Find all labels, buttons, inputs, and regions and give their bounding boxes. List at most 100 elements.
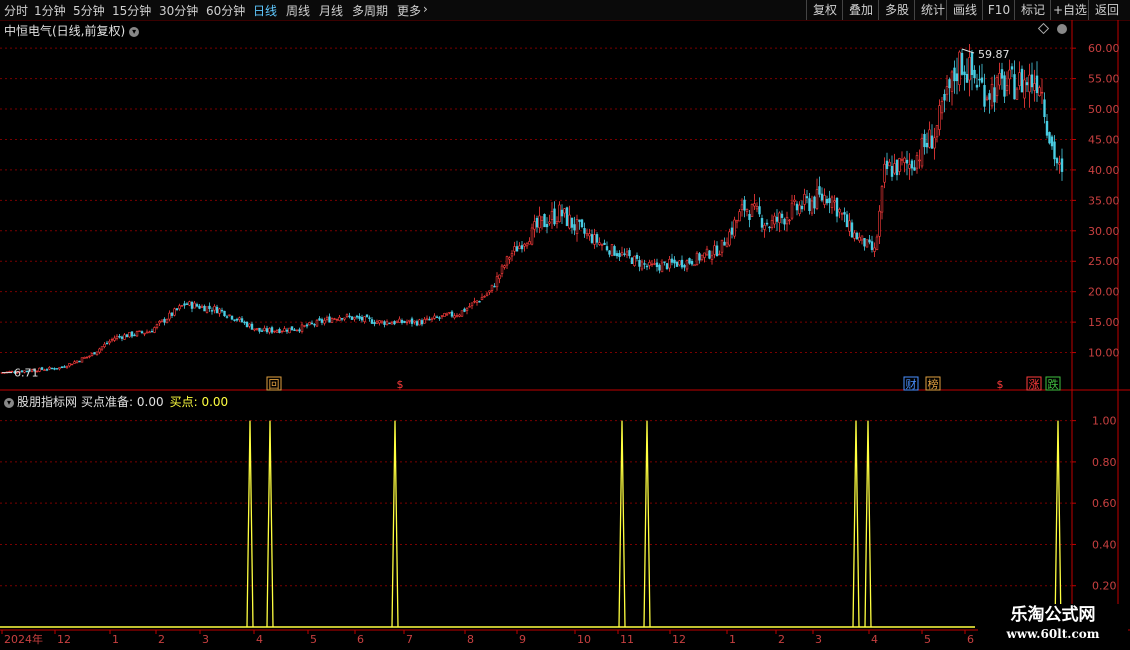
candle-body: [393, 321, 396, 325]
candle-body: [758, 206, 761, 215]
x-tick-label: 6: [357, 633, 364, 646]
candle-body: [1043, 99, 1046, 118]
candle-body: [560, 209, 564, 217]
candle-body: [213, 306, 216, 311]
candle-body: [505, 256, 509, 266]
candle-body: [68, 363, 71, 367]
candle-body: [698, 253, 701, 261]
x-tick-label: 10: [577, 633, 591, 646]
candle-body: [398, 318, 401, 323]
candle-body: [610, 244, 614, 256]
candle-body: [518, 245, 521, 250]
candle-body: [353, 317, 356, 320]
candle-body: [555, 221, 559, 224]
event-mark: $: [997, 378, 1004, 391]
candle-body: [805, 196, 809, 199]
candle-body: [265, 328, 269, 333]
candle-body: [60, 366, 64, 369]
candle-body: [593, 234, 596, 245]
candle-body: [458, 314, 461, 317]
candle-body: [85, 356, 89, 359]
candle-body: [748, 213, 751, 220]
candle-body: [73, 361, 76, 364]
candle-body: [970, 52, 974, 75]
candle-body: [708, 250, 711, 259]
candle-body: [515, 246, 519, 252]
candle-body: [190, 301, 194, 309]
candle-body: [1003, 75, 1006, 97]
candle-body: [1050, 136, 1054, 147]
candle-body: [125, 334, 129, 338]
candle-body: [995, 77, 999, 97]
candle-body: [998, 73, 1001, 86]
price-chart[interactable]: 10.00 15.00 20.00 25.00 30.00 35.00 40.00 45.00…: [0, 0, 1130, 650]
candle-body: [883, 163, 886, 183]
candle-body: [263, 327, 266, 331]
candle-body: [315, 319, 319, 327]
candle-body: [550, 211, 554, 220]
candle-body: [378, 320, 381, 324]
candle-body: [628, 250, 631, 257]
candle-body: [1040, 91, 1044, 94]
candle-body: [598, 242, 601, 245]
y-tick-label: 60.00: [1088, 42, 1120, 55]
x-tick-label: 4: [871, 633, 878, 646]
candle-body: [135, 331, 139, 337]
candle-body: [110, 339, 114, 341]
candle-body: [1030, 74, 1034, 88]
candle-body: [575, 219, 579, 234]
event-mark: 财: [906, 377, 917, 391]
candle-body: [285, 329, 289, 332]
candle-body: [323, 320, 326, 324]
candle-body: [573, 224, 576, 231]
candle-body: [385, 321, 389, 325]
candle-body: [293, 329, 296, 331]
high-label: 59.87: [978, 48, 1010, 61]
candle-body: [810, 200, 814, 214]
candle-body: [448, 311, 451, 314]
candle-body: [298, 329, 301, 332]
candle-body: [215, 306, 219, 314]
candle-body: [895, 159, 899, 176]
candle-body: [295, 329, 299, 332]
candle-body: [175, 308, 179, 311]
candle-body: [815, 189, 819, 209]
candle-body: [985, 97, 989, 100]
candle-body: [968, 57, 971, 81]
candle-body: [538, 215, 541, 229]
event-mark: 回: [269, 378, 280, 391]
candle-body: [420, 320, 424, 325]
candle-body: [690, 261, 694, 265]
candle-body: [243, 321, 246, 324]
candle-body: [138, 330, 141, 332]
candle-body: [545, 224, 549, 228]
candle-body: [163, 318, 166, 323]
candle-body: [100, 346, 104, 350]
candle-body: [645, 265, 649, 268]
candle-body: [863, 238, 866, 247]
candle-body: [425, 317, 429, 320]
candle-body: [433, 315, 436, 319]
candle-body: [923, 134, 926, 148]
candle-body: [183, 303, 186, 306]
candle-body: [443, 313, 446, 317]
candle-body: [1010, 66, 1014, 70]
y-tick-label: 15.00: [1088, 316, 1120, 329]
candle-body: [210, 310, 214, 312]
candle-body: [350, 316, 354, 320]
candle-body: [665, 263, 669, 270]
signal-spike: [643, 420, 651, 628]
candle-body: [925, 142, 929, 148]
candle-body: [940, 100, 944, 114]
candle-body: [220, 309, 224, 312]
candle-body: [825, 198, 829, 204]
candle-body: [953, 67, 956, 82]
candle-body: [430, 317, 434, 320]
candle-body: [248, 323, 251, 327]
candle-body: [1005, 85, 1009, 91]
candle-body: [438, 317, 441, 319]
candle-body: [700, 254, 704, 260]
candle-body: [820, 193, 824, 201]
candle-body: [233, 319, 236, 321]
candle-body: [710, 255, 714, 260]
